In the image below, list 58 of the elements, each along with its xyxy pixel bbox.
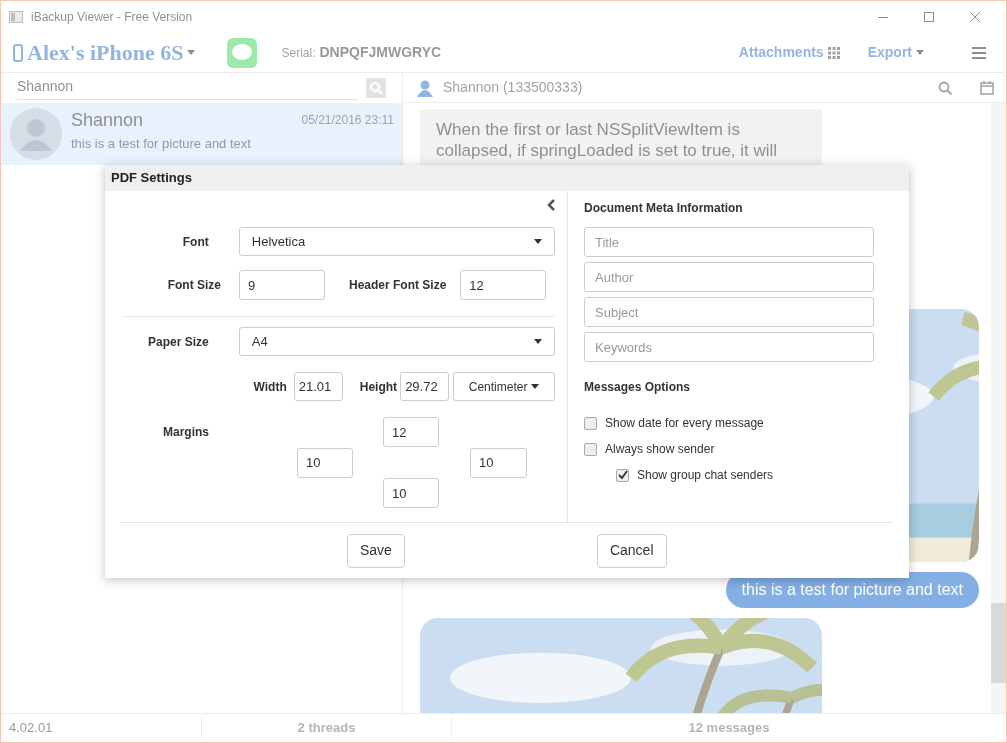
- caret-icon: [916, 50, 924, 55]
- width-field[interactable]: 21.01: [293, 372, 343, 401]
- checkbox-label: Always show sender: [605, 441, 715, 458]
- conversation-title: Shannon (133500333): [443, 78, 583, 97]
- calendar-icon[interactable]: [980, 80, 994, 95]
- messages-icon[interactable]: [227, 37, 258, 68]
- dropdown[interactable]: A4: [238, 327, 555, 356]
- field-label: Font Size: [166, 277, 221, 294]
- checkbox[interactable]: [584, 442, 597, 456]
- unit-dropdown[interactable]: Centimeter: [453, 372, 555, 401]
- status-text: 12 messages: [451, 718, 1006, 738]
- checkbox[interactable]: [584, 416, 597, 430]
- caret-icon: [531, 384, 540, 389]
- field-label: Paper Size: [147, 333, 209, 351]
- field-label: Header Font Size: [349, 277, 447, 294]
- checkbox[interactable]: [616, 468, 629, 482]
- phone-icon: [13, 43, 23, 62]
- status-text: 4.02.01: [8, 719, 54, 738]
- search-icon[interactable]: [938, 80, 952, 95]
- meta-input-field[interactable]: Title: [584, 227, 874, 257]
- dialog-button[interactable]: Cancel: [596, 533, 667, 568]
- meta-input-field[interactable]: Author: [584, 262, 874, 292]
- height-field[interactable]: 29.72: [400, 372, 450, 401]
- bottom-margin-field[interactable]: 10: [383, 478, 439, 508]
- avatar-icon: [9, 107, 63, 161]
- meta-input-field[interactable]: Keywords: [584, 332, 874, 362]
- search-icon[interactable]: [366, 78, 386, 98]
- caret-icon: [187, 50, 196, 55]
- serial-label: Serial:: [281, 44, 316, 62]
- chevron-left-icon[interactable]: [547, 199, 555, 211]
- font-size-field[interactable]: 9: [239, 270, 325, 300]
- section-heading: Messages Options: [584, 379, 692, 396]
- field-label: Height: [359, 378, 398, 396]
- menu-icon[interactable]: [972, 46, 986, 59]
- checkbox-label: Show date for every message: [605, 415, 764, 432]
- status-text: 2 threads: [201, 718, 451, 738]
- right-margin-field[interactable]: 10: [470, 447, 527, 478]
- checkbox-label: Show group chat senders: [637, 467, 774, 484]
- thread-preview: this is a test for picture and text: [71, 135, 252, 153]
- thread-time: 05/21/2016 23:11: [301, 112, 394, 129]
- contact-name: Shannon: [71, 109, 144, 132]
- top-margin-field[interactable]: 12: [383, 417, 439, 447]
- field-label: Margins: [162, 424, 209, 441]
- field-label: Font: [181, 233, 209, 251]
- caret-icon: [534, 339, 542, 344]
- serial-number: DNPQFJMWGRYC: [319, 43, 442, 62]
- field-label: Width: [252, 378, 287, 396]
- dialog-button[interactable]: Save: [347, 533, 405, 568]
- window-title: iBackup Viewer - Free Version: [31, 9, 193, 26]
- left-margin-field[interactable]: 10: [297, 447, 353, 478]
- app-icon: [9, 11, 23, 23]
- dropdown[interactable]: Helvetica: [238, 227, 555, 256]
- grid-icon[interactable]: [827, 46, 840, 59]
- header-font-size-field[interactable]: 12: [460, 270, 547, 300]
- caret-icon: [534, 239, 542, 244]
- meta-input-field[interactable]: Subject: [584, 297, 874, 327]
- section-heading: Document Meta Information: [584, 200, 744, 217]
- dialog-title: PDF Settings: [111, 169, 192, 188]
